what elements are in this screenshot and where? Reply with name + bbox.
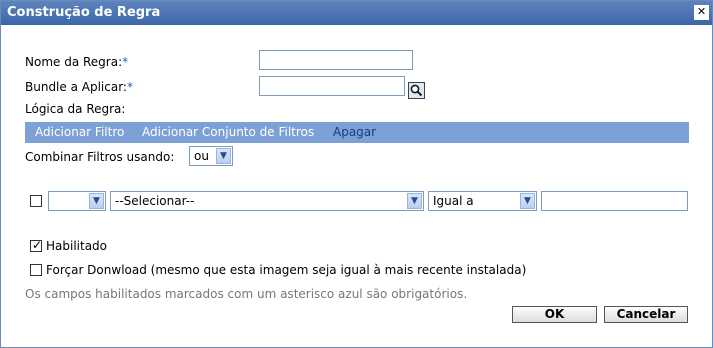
filter-attribute-select[interactable]: --Selecionar-- ▼ xyxy=(110,191,424,211)
required-asterisk: * xyxy=(126,80,133,94)
filter-operator-select[interactable]: Igual a ▼ xyxy=(428,191,537,211)
add-filter-set-button[interactable]: Adicionar Conjunto de Filtros xyxy=(142,125,314,139)
search-icon[interactable] xyxy=(408,82,425,99)
rule-logic-label: Lógica da Regra: xyxy=(25,102,126,116)
required-fields-note: Os campos habilitados marcados com um as… xyxy=(25,287,468,301)
enabled-checkbox[interactable]: ✓ xyxy=(30,238,43,252)
add-filter-button[interactable]: Adicionar Filtro xyxy=(35,125,124,139)
combine-operator-value: ou xyxy=(194,149,209,163)
chevron-down-icon: ▼ xyxy=(407,193,422,209)
chevron-down-icon: ▼ xyxy=(520,193,535,209)
force-download-checkbox[interactable] xyxy=(30,264,42,276)
filter-value-input[interactable] xyxy=(541,191,688,211)
filter-attribute-value: --Selecionar-- xyxy=(115,194,195,208)
chevron-down-icon: ▼ xyxy=(89,193,104,209)
filter-row-checkbox[interactable] xyxy=(30,195,42,207)
ok-button[interactable]: OK xyxy=(512,306,597,323)
rule-name-input[interactable] xyxy=(259,50,413,70)
bundle-input[interactable] xyxy=(259,76,405,96)
rule-construction-dialog: Construção de Regra ✕ Nome da Regra:* Bu… xyxy=(0,0,713,348)
rule-name-label: Nome da Regra:* xyxy=(25,55,129,69)
filter-operator-value: Igual a xyxy=(433,194,474,208)
chevron-down-icon: ▼ xyxy=(216,148,231,164)
combine-filters-label: Combinar Filtros usando: xyxy=(25,150,175,164)
cancel-button[interactable]: Cancelar xyxy=(604,306,688,323)
combine-operator-select[interactable]: ou ▼ xyxy=(189,146,233,166)
enabled-label: Habilitado xyxy=(46,239,108,253)
close-icon[interactable]: ✕ xyxy=(694,5,709,20)
checkmark-icon: ✓ xyxy=(32,238,43,252)
dialog-title: Construção de Regra xyxy=(7,5,161,20)
filter-toolbar: Adicionar Filtro Adicionar Conjunto de F… xyxy=(25,122,689,143)
required-asterisk: * xyxy=(122,55,129,69)
force-download-label: Forçar Donwload (mesmo que esta imagem s… xyxy=(46,263,527,277)
dialog-titlebar: Construção de Regra ✕ xyxy=(1,1,712,25)
delete-button[interactable]: Apagar xyxy=(333,125,376,139)
filter-first-select[interactable]: ▼ xyxy=(48,191,106,211)
bundle-label: Bundle a Aplicar:* xyxy=(25,80,133,94)
